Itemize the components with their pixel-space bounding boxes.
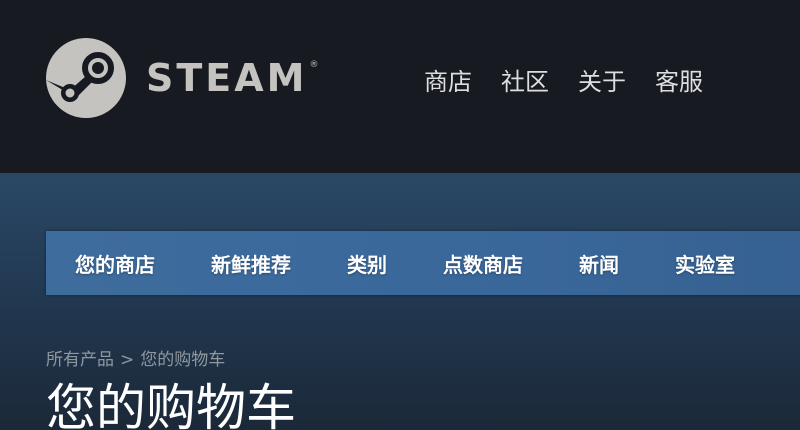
nav-about[interactable]: 关于 — [578, 62, 626, 102]
tab-categories[interactable]: 类别 — [318, 249, 414, 278]
breadcrumb-separator: > — [120, 350, 135, 370]
store-content: 您的商店 新鲜推荐 类别 点数商店 新闻 实验室 所有产品 > 您的购物车 您的购物… — [0, 173, 800, 430]
tab-points-shop[interactable]: 点数商店 — [414, 249, 550, 278]
steam-logo-icon — [46, 38, 126, 118]
tab-new-noteworthy[interactable]: 新鲜推荐 — [182, 249, 318, 278]
breadcrumb: 所有产品 > 您的购物车 — [46, 345, 225, 370]
breadcrumb-current: 您的购物车 — [140, 350, 226, 370]
nav-community[interactable]: 社区 — [501, 62, 549, 102]
registered-mark: ® — [309, 60, 319, 70]
main-nav: 商店 社区 关于 客服 — [424, 62, 732, 102]
nav-store[interactable]: 商店 — [424, 62, 472, 102]
tab-your-store[interactable]: 您的商店 — [46, 249, 182, 278]
steam-wordmark: STEAM ® — [146, 59, 318, 97]
steam-logo[interactable]: STEAM ® — [46, 38, 318, 118]
logo-text: STEAM — [146, 56, 308, 100]
global-header: STEAM ® 商店 社区 关于 客服 — [0, 0, 800, 173]
page-title: 您的购物车 — [46, 379, 296, 430]
tab-news[interactable]: 新闻 — [550, 249, 646, 278]
store-nav-bar: 您的商店 新鲜推荐 类别 点数商店 新闻 实验室 — [46, 231, 800, 295]
breadcrumb-all-products[interactable]: 所有产品 — [46, 350, 114, 370]
tab-labs[interactable]: 实验室 — [646, 249, 762, 278]
nav-support[interactable]: 客服 — [655, 62, 703, 102]
